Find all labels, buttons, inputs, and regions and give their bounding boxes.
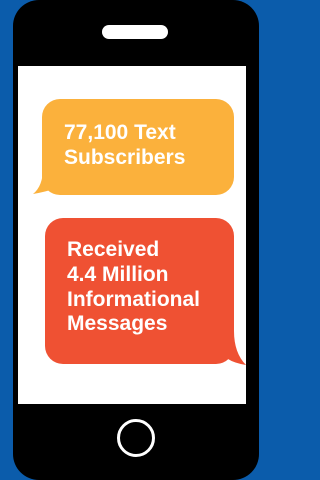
home-button-icon [117, 419, 155, 457]
speaker-slot-icon [102, 25, 168, 39]
message-line: Received [67, 238, 160, 261]
message-line: 4.4 Million [67, 262, 169, 286]
message-line: 77,100 Text [64, 121, 176, 144]
message-line: Informational [67, 287, 201, 311]
message-bubble-messages: Received 4.4 Million Informational Messa… [45, 218, 234, 364]
bubble-tail-left-icon [33, 168, 57, 194]
message-line: Subscribers [64, 145, 186, 169]
message-text-messages: Received 4.4 Million Informational Messa… [67, 238, 234, 337]
message-text-subscribers: 77,100 Text Subscribers [64, 121, 234, 171]
message-bubble-subscribers: 77,100 Text Subscribers [42, 99, 234, 195]
message-line: Messages [67, 312, 168, 336]
